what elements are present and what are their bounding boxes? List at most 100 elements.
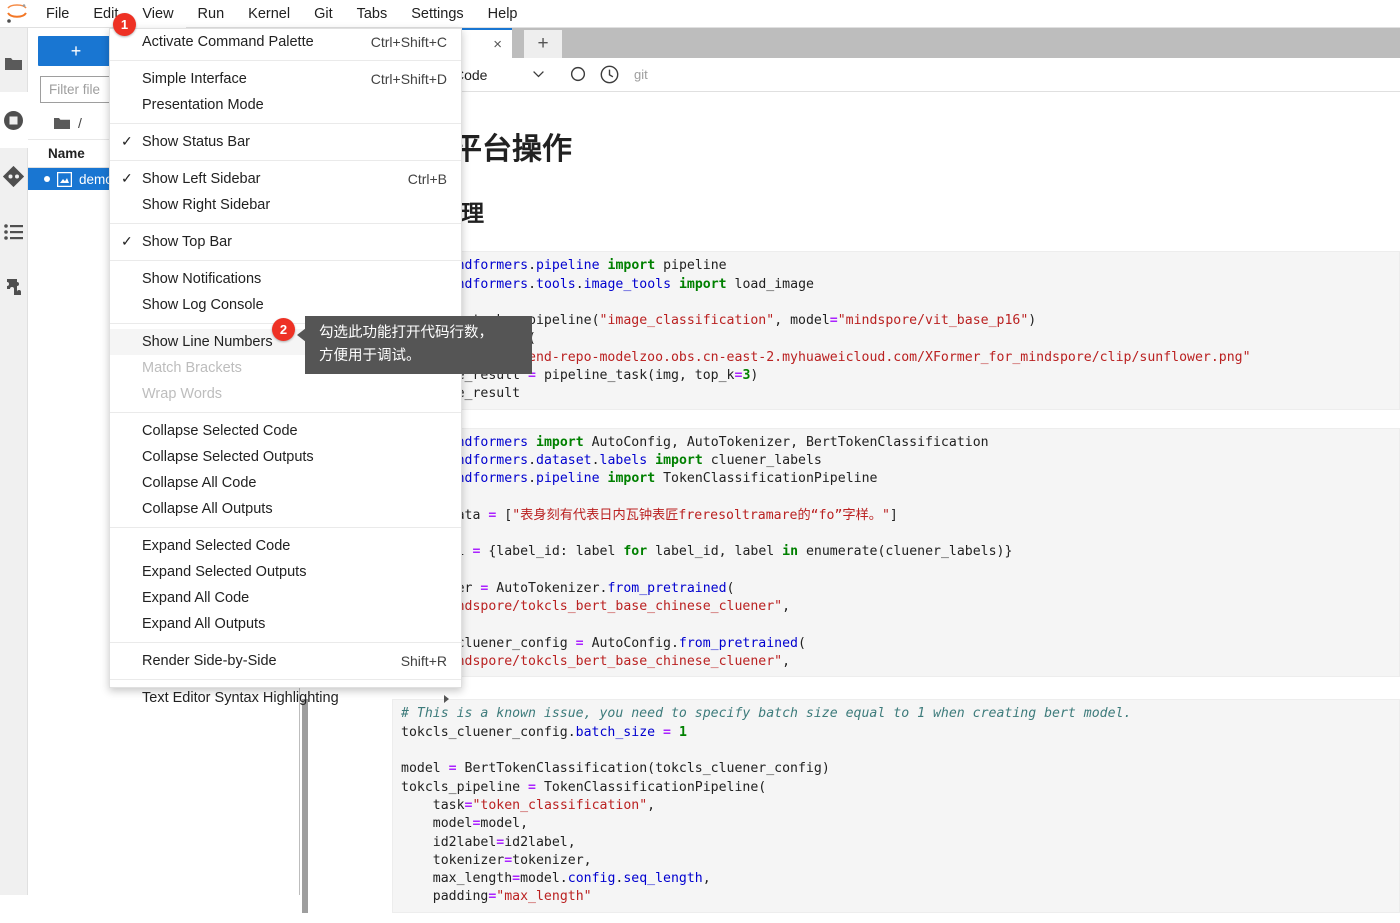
menu-item-show-right-sidebar[interactable]: Show Right Sidebar [110,192,461,218]
section-heading: 体验推理 [392,199,1400,228]
menu-item-collapse-selected-outputs[interactable]: Collapse Selected Outputs [110,444,461,470]
menu-settings[interactable]: Settings [399,0,475,28]
menu-item-show-left-sidebar[interactable]: ✓ Show Left SidebarCtrl+B [110,166,461,192]
menu-item-collapse-selected-code[interactable]: Collapse Selected Code [110,418,461,444]
menu-item-shortcut: Ctrl+B [408,171,447,187]
menu-kernel[interactable]: Kernel [236,0,302,28]
menu-item-label: Expand All Code [142,590,447,606]
menu-item-presentation-mode[interactable]: Presentation Mode [110,92,461,118]
notebook-cell-code-3[interactable]: # This is a known issue, you need to spe… [300,699,1400,912]
code-editor-3[interactable]: # This is a known issue, you need to spe… [392,699,1400,912]
new-launcher-button[interactable]: + [38,36,114,66]
menu-item-shortcut: Ctrl+Shift+C [371,34,447,50]
menu-item-show-status-bar[interactable]: ✓ Show Status Bar [110,129,461,155]
menu-item-shortcut: Shift+R [401,653,447,669]
tooltip-line-1: 勾选此功能打开代码行数， [319,322,522,345]
menu-item-label: Show Log Console [142,297,447,313]
menu-item-label: Collapse All Outputs [142,501,447,517]
annotation-badge-2: 2 [272,318,295,341]
cell-content: 体验推理 [308,199,1400,228]
menu-item-collapse-all-outputs[interactable]: Collapse All Outputs [110,496,461,522]
close-icon[interactable]: × [493,37,502,52]
menu-item-expand-all-outputs[interactable]: Expand All Outputs [110,611,461,637]
menu-item-expand-selected-outputs[interactable]: Expand Selected Outputs [110,559,461,585]
menu-run[interactable]: Run [186,0,237,28]
menu-item-label: Render Side-by-Side [142,653,401,669]
jupyter-logo-icon [0,0,34,28]
notebook-cell-markdown-title[interactable]: 体验平台操作 [300,131,1400,169]
chevron-down-icon [533,71,544,78]
menu-item-shortcut: Ctrl+Shift+D [371,71,447,87]
sidebar-item-git[interactable] [0,148,28,204]
menu-item-collapse-all-code[interactable]: Collapse All Code [110,470,461,496]
menu-item-label: Show Top Bar [142,234,447,250]
code-editor-1[interactable]: from mindformers.pipeline import pipelin… [392,251,1400,409]
page-title: 体验平台操作 [392,131,1400,169]
menu-item-show-log-console[interactable]: Show Log Console [110,292,461,318]
clock-icon [600,65,619,84]
column-header-name: Name [48,146,85,161]
menu-item-wrap-words: Wrap Words [110,381,461,407]
menu-item-label: Collapse All Code [142,475,447,491]
folder-icon [54,117,70,130]
notebook-cell-markdown-subtitle[interactable]: 体验推理 [300,199,1400,228]
code-editor-2[interactable]: from mindformers import AutoConfig, Auto… [392,428,1400,678]
check-icon: ✓ [121,133,133,150]
folder-icon [4,56,23,72]
check-icon: ✓ [121,170,133,187]
breadcrumb-root: / [78,115,82,131]
activity-bar [0,28,28,895]
menu-bar: File Edit View Run Kernel Git Tabs Setti… [0,0,1400,28]
circle-outline-icon [568,65,587,84]
cell-type-select[interactable]: Code [450,62,548,88]
check-icon: ✓ [121,233,133,250]
menu-item-label: Expand Selected Code [142,538,447,554]
menu-item-show-notifications[interactable]: Show Notifications [110,266,461,292]
menu-separator [110,527,461,528]
menu-item-label: Activate Command Palette [142,34,371,50]
menu-item-text-editor-syntax-highlighting[interactable]: Text Editor Syntax Highlighting [110,685,461,711]
menu-separator [110,412,461,413]
sidebar-item-extensions[interactable] [0,260,28,316]
menu-item-label: Expand All Outputs [142,616,447,632]
notebook-icon [57,172,72,187]
sidebar-item-file-browser[interactable] [0,36,28,92]
menu-item-show-top-bar[interactable]: ✓ Show Top Bar [110,229,461,255]
menu-git[interactable]: Git [302,0,345,28]
sidebar-item-table-of-contents[interactable] [0,204,28,260]
sidebar-item-running[interactable] [0,92,28,148]
menu-item-render-side-by-side[interactable]: Render Side-by-SideShift+R [110,648,461,674]
menu-view[interactable]: View [130,0,185,28]
menu-help[interactable]: Help [476,0,530,28]
menu-item-label: Show Left Sidebar [142,171,408,187]
notebook-scroll-area[interactable]: 体验平台操作 体验推理 from mindformers.pipeline im… [300,93,1400,923]
menu-item-expand-all-code[interactable]: Expand All Code [110,585,461,611]
annotation-badge-1: 1 [113,13,136,36]
menu-item-activate-command-palette[interactable]: Activate Command PaletteCtrl+Shift+C [110,29,461,55]
menu-separator [110,679,461,680]
git-status-label: git [634,67,648,82]
new-tab-button[interactable]: + [524,30,562,58]
menu-item-simple-interface[interactable]: Simple InterfaceCtrl+Shift+D [110,66,461,92]
menu-separator [110,60,461,61]
list-icon [4,224,24,240]
menu-item-label: Show Status Bar [142,134,447,150]
menu-separator [110,123,461,124]
menu-item-label: Text Editor Syntax Highlighting [142,690,447,706]
menu-item-expand-selected-code[interactable]: Expand Selected Code [110,533,461,559]
annotation-tooltip: 勾选此功能打开代码行数， 方便用于调试。 [305,316,532,374]
menu-tabs[interactable]: Tabs [345,0,400,28]
running-indicator-icon [44,176,50,182]
cell-content: from mindformers import AutoConfig, Auto… [308,428,1400,678]
history-icon[interactable] [594,60,624,90]
menu-separator [110,260,461,261]
kernel-busy-indicator[interactable] [562,60,592,90]
main-dock-area: × + Code [300,28,1400,895]
menu-separator [110,223,461,224]
menu-item-label: Collapse Selected Outputs [142,449,447,465]
cell-content: 体验平台操作 [308,131,1400,169]
menu-item-label: Show Notifications [142,271,447,287]
menu-separator [110,642,461,643]
menu-file[interactable]: File [34,0,81,28]
notebook-cell-code-2[interactable]: from mindformers import AutoConfig, Auto… [300,428,1400,678]
